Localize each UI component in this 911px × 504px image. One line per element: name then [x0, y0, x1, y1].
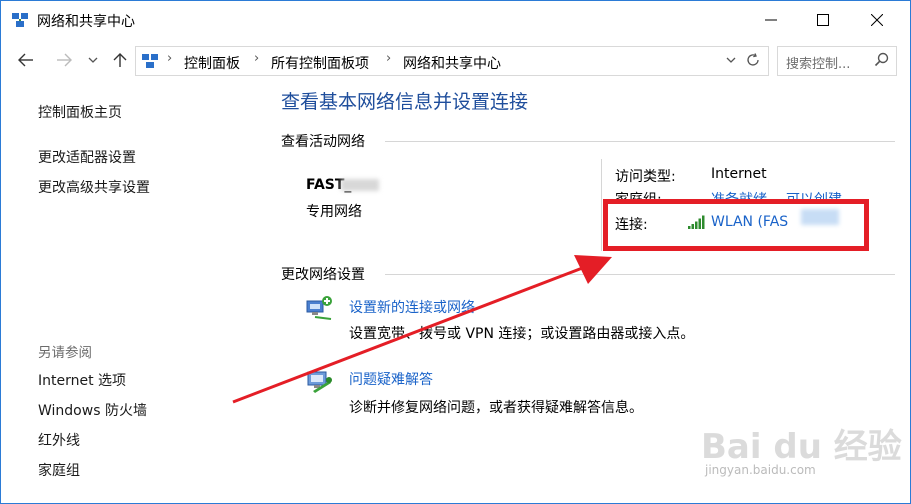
control-panel-icon — [142, 54, 158, 68]
page-title: 查看基本网络信息并设置连接 — [281, 91, 529, 113]
network-name-redaction — [341, 179, 379, 191]
setup-new-connection-link[interactable]: 设置新的连接或网络 — [349, 297, 475, 317]
change-settings-heading: 更改网络设置 — [281, 267, 365, 283]
back-arrow-icon — [18, 53, 33, 67]
recent-locations-button[interactable] — [85, 49, 101, 71]
setup-new-connection-desc: 设置宽带、拨号或 VPN 连接；或设置路由器或接入点。 — [349, 326, 695, 342]
control-panel-home-link[interactable]: 控制面板主页 — [38, 102, 122, 122]
chevron-down-icon — [88, 57, 98, 63]
baidu-watermark: Bai du 经验 jingyan.baidu.com — [701, 419, 902, 489]
section-divider — [385, 274, 895, 275]
window: 网络和共享中心 › 控制面板 › 所有控制面板项 › 网络和共享中心 搜索控制.… — [0, 0, 911, 504]
infrared-link[interactable]: 红外线 — [38, 430, 80, 450]
breadcrumb-separator-icon: › — [254, 51, 260, 66]
forward-arrow-icon — [57, 53, 72, 67]
maximize-button[interactable] — [800, 1, 846, 39]
address-bar[interactable]: › 控制面板 › 所有控制面板项 › 网络和共享中心 — [135, 46, 769, 76]
chevron-down-icon — [726, 57, 736, 63]
forward-button[interactable] — [53, 49, 75, 71]
minimize-button[interactable] — [748, 1, 794, 39]
section-divider — [385, 141, 895, 142]
up-arrow-icon — [113, 53, 127, 67]
address-dropdown-button[interactable] — [722, 51, 740, 69]
title-bar: 网络和共享中心 — [1, 1, 910, 39]
windows-firewall-link[interactable]: Windows 防火墙 — [38, 400, 147, 420]
back-button[interactable] — [15, 49, 37, 71]
network-center-icon — [12, 13, 28, 27]
maximize-icon — [817, 14, 829, 26]
troubleshoot-icon — [307, 371, 332, 393]
breadcrumb-control-panel[interactable]: 控制面板 — [184, 53, 240, 73]
homegroup-link[interactable]: 家庭组 — [38, 460, 80, 480]
refresh-icon — [747, 53, 759, 66]
change-advanced-sharing-link[interactable]: 更改高级共享设置 — [38, 177, 150, 197]
search-box[interactable]: 搜索控制... — [777, 46, 897, 76]
internet-options-link[interactable]: Internet 选项 — [38, 370, 126, 390]
breadcrumb-network-center[interactable]: 网络和共享中心 — [403, 53, 501, 73]
watermark-url: jingyan.baidu.com — [705, 463, 816, 477]
see-also-heading: 另请参阅 — [38, 345, 92, 361]
window-title: 网络和共享中心 — [37, 14, 135, 30]
search-icon — [874, 52, 889, 67]
troubleshoot-desc: 诊断并修复网络问题，或者获得疑难解答信息。 — [349, 400, 643, 416]
refresh-button[interactable] — [742, 49, 764, 71]
minimize-icon — [765, 19, 777, 21]
close-icon — [871, 14, 883, 26]
breadcrumb-separator-icon: › — [167, 51, 173, 66]
search-input[interactable]: 搜索控制... — [786, 53, 850, 72]
access-type-label: 访问类型: — [615, 169, 676, 185]
vertical-divider — [601, 159, 602, 251]
up-button[interactable] — [109, 49, 131, 71]
new-connection-icon — [306, 296, 332, 320]
active-networks-heading: 查看活动网络 — [281, 134, 365, 150]
change-adapter-settings-link[interactable]: 更改适配器设置 — [38, 147, 136, 167]
close-button[interactable] — [854, 1, 900, 39]
watermark-brand: Bai du 经验 — [701, 427, 902, 467]
annotation-highlight-box — [603, 199, 869, 251]
breadcrumb-separator-icon: › — [386, 51, 392, 66]
troubleshoot-link[interactable]: 问题疑难解答 — [349, 369, 433, 389]
access-type-value: Internet — [711, 166, 767, 182]
network-category: 专用网络 — [306, 204, 362, 220]
breadcrumb-all-items[interactable]: 所有控制面板项 — [271, 53, 369, 73]
